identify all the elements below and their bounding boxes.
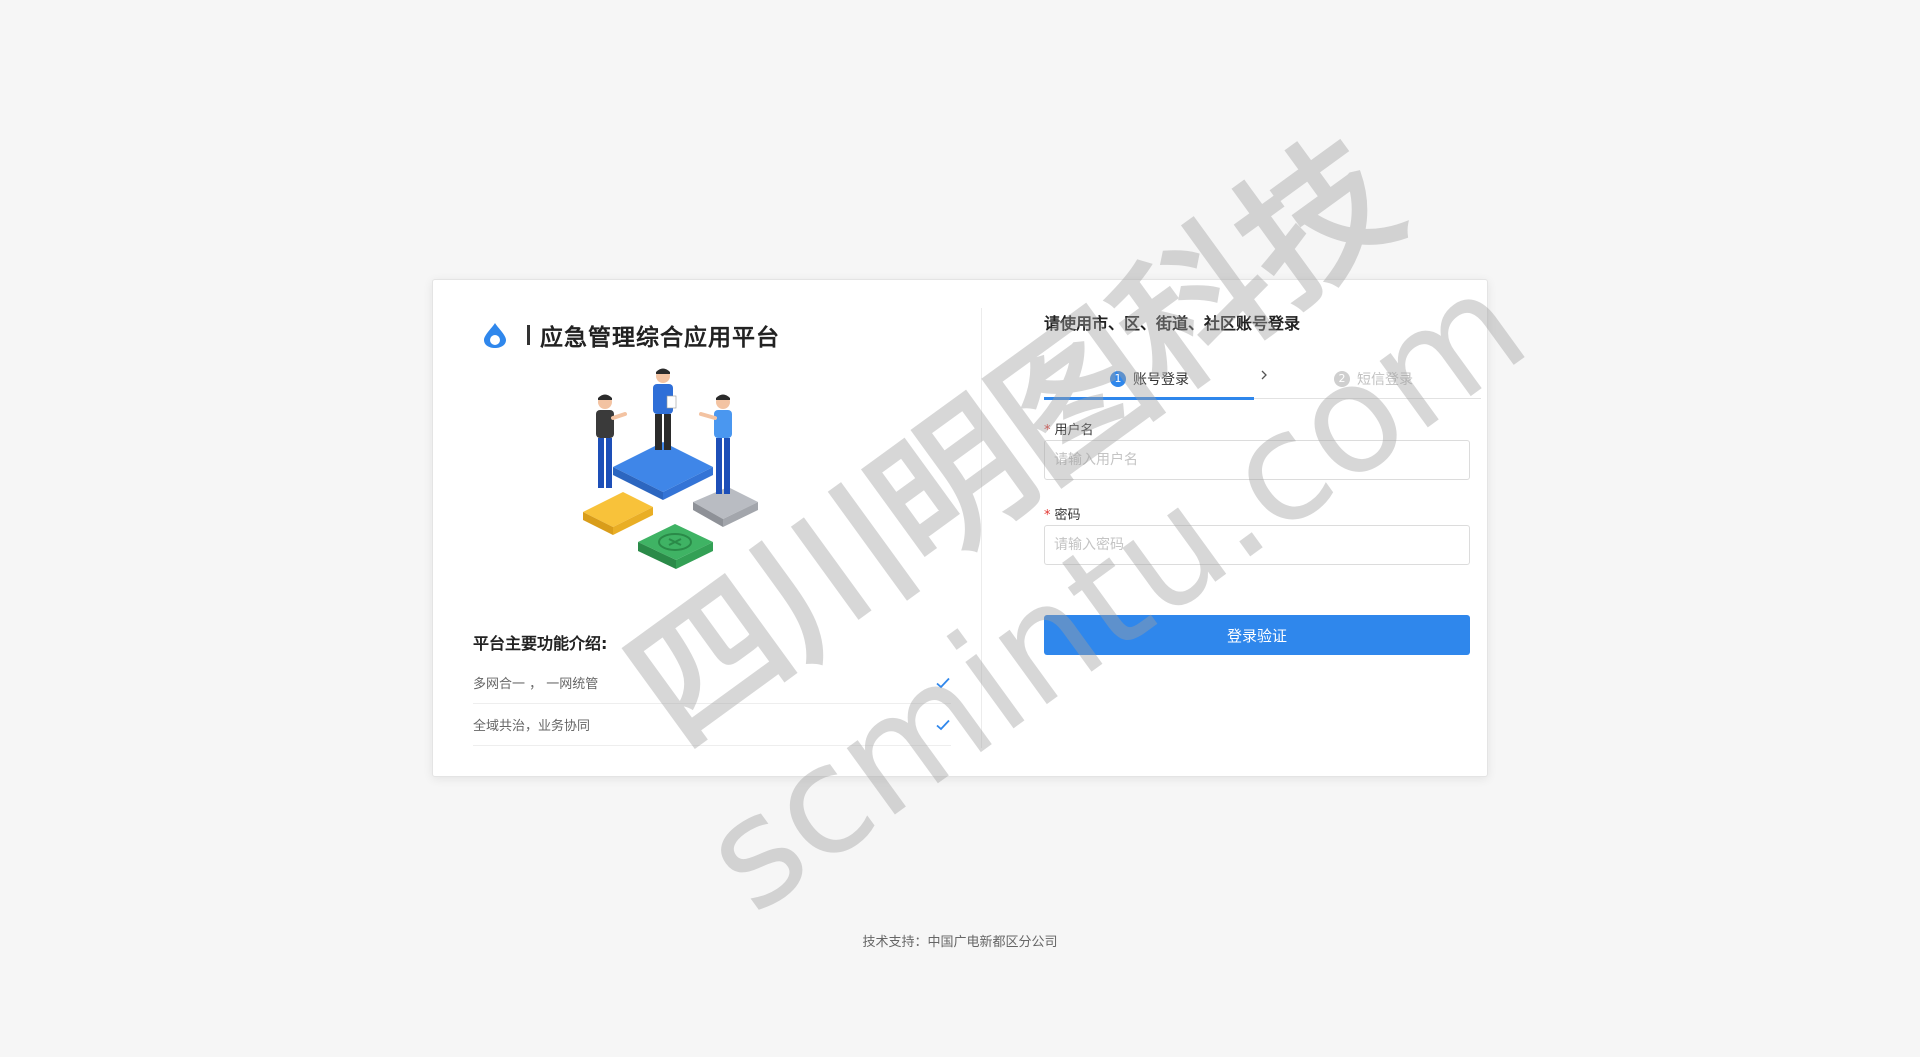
brand-separator — [527, 325, 530, 345]
step-number: 2 — [1334, 370, 1350, 387]
tab-label: 账号登录 — [1133, 371, 1189, 388]
footer-tech-support: 技术支持：中国广电新都区分公司 — [862, 935, 1058, 950]
feature-item: 全域共治，业务协同 — [473, 704, 951, 746]
check-icon — [936, 719, 950, 730]
password-input[interactable] — [1044, 525, 1470, 565]
features-list: 多网合一 ， 一网统管 全域共治，业务协同 — [473, 662, 951, 746]
step-number: 1 — [1110, 370, 1126, 387]
username-label-text: 用户名 — [1054, 423, 1094, 438]
login-card: 应急管理综合应用平台 平台主要功能介绍: 多网合一 ， 一网统管 全域共治，业务… — [432, 279, 1488, 777]
tab-label: 短信登录 — [1357, 371, 1413, 388]
password-label-text: 密码 — [1054, 508, 1081, 523]
feature-label: 全域共治，业务协同 — [473, 719, 591, 734]
username-input[interactable] — [1044, 440, 1470, 480]
tab-account-login[interactable]: 1 账号登录 — [1110, 360, 1189, 397]
required-mark: * — [1044, 423, 1051, 438]
login-method-tabs: 1 账号登录 2 短信登录 — [1044, 360, 1481, 400]
required-mark: * — [1044, 508, 1051, 523]
intro-panel: 应急管理综合应用平台 平台主要功能介绍: 多网合一 ， 一网统管 全域共治，业务… — [433, 280, 981, 776]
login-title: 请使用市、区、街道、社区账号登录 — [1044, 314, 1301, 333]
username-label: * 用户名 — [1044, 419, 1094, 438]
feature-label: 多网合一 ， 一网统管 — [473, 677, 599, 692]
droplet-logo-icon — [484, 323, 506, 348]
app-title: 应急管理综合应用平台 — [540, 325, 780, 351]
active-tab-indicator — [1044, 397, 1254, 400]
features-title: 平台主要功能介绍: — [473, 634, 608, 653]
brand-header: 应急管理综合应用平台 — [481, 318, 780, 352]
tab-sms-login[interactable]: 2 短信登录 — [1334, 360, 1413, 397]
team-puzzle-illustration — [583, 368, 758, 569]
login-panel: 请使用市、区、街道、社区账号登录 1 账号登录 2 短信登录 *用户名 *密码 … — [982, 280, 1487, 776]
feature-item: 多网合一 ， 一网统管 — [473, 662, 951, 704]
password-label: * 密码 — [1044, 504, 1081, 523]
chevron-right-icon — [1261, 370, 1267, 380]
check-icon — [936, 677, 950, 688]
login-submit-button[interactable]: 登录验证 — [1044, 615, 1470, 655]
